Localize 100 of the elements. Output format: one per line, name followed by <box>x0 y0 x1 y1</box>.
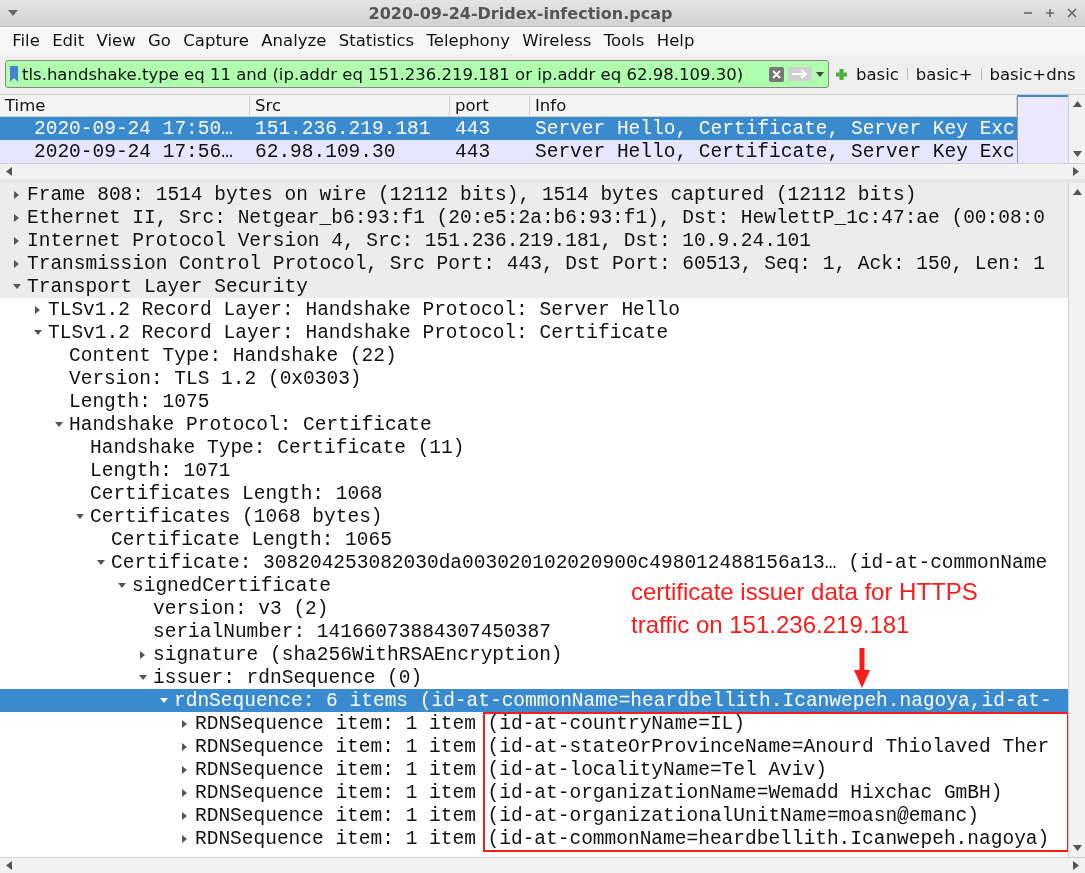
filter-button[interactable]: basic <box>854 64 901 84</box>
expand-icon[interactable] <box>182 834 187 843</box>
packet-row[interactable]: 2020-09-24 17:56… 62.98.109.30 443 Server Hello, Certificate, Server Key Exc <box>0 140 1017 163</box>
collapse-icon[interactable] <box>33 330 42 335</box>
menu-item[interactable]: Go <box>141 31 178 50</box>
field-text: RDNSequence item: 1 item (id-at-organizationalUnitName=moasn@emanc) <box>195 804 980 827</box>
scrollbar[interactable] <box>1068 95 1085 163</box>
close-icon[interactable] <box>1067 8 1077 18</box>
menu-item[interactable]: Capture <box>177 31 256 50</box>
expand-icon[interactable] <box>182 719 187 728</box>
field-text: TLSv1.2 Record Layer: Handshake Protocol: Server Hello <box>48 298 680 321</box>
field-text: rdnSequence: 6 items (id-at-commonName=heardbellith.Icanwepeh.nagoya,id-at- <box>174 689 1052 712</box>
field-text: Certificate: 308204253082030da003020102020900c498012488156a13… (id-at-commonName <box>111 551 1048 574</box>
column-header[interactable]: Time <box>0 96 250 115</box>
field-text: RDNSequence item: 1 item (id-at-commonName=heardbellith.Icanwepeh.nagoya) <box>195 827 1050 850</box>
maximize-icon[interactable] <box>1045 8 1055 18</box>
window-title: 2020-09-24-Dridex-infection.pcap <box>367 3 674 23</box>
scroll-right-icon[interactable] <box>1073 861 1079 870</box>
field-text: Frame 808: 1514 bytes on wire (12112 bits), 1514 bytes captured (12112 bits) <box>27 183 917 206</box>
scrollbar[interactable] <box>1068 183 1085 857</box>
field-text: signature (sha256WithRSAEncryption) <box>153 643 563 666</box>
scroll-up-icon[interactable] <box>1072 189 1082 195</box>
scroll-right-icon[interactable] <box>1073 167 1079 176</box>
window-menu-icon[interactable] <box>8 10 18 16</box>
tree-row[interactable]: Transport Layer Security <box>0 275 1068 298</box>
table-cell-text: 151.236.219.181 <box>254 117 432 140</box>
menu-item[interactable]: Analyze <box>255 31 333 50</box>
collapse-icon[interactable] <box>96 560 105 565</box>
arrow-icon <box>852 648 872 688</box>
field-text: Internet Protocol Version 4, Src: 151.236.219.181, Dst: 10.9.24.101 <box>27 229 812 252</box>
field-text: signedCertificate <box>132 574 331 597</box>
filter-button[interactable]: basic+ <box>913 64 975 84</box>
scroll-up-icon[interactable] <box>1072 101 1082 107</box>
collapse-icon[interactable] <box>12 284 21 289</box>
expand-icon[interactable] <box>182 811 187 820</box>
table-cell-text: 443 <box>454 140 492 163</box>
display-filter-field[interactable]: tls.handshake.type eq 11 and (ip.addr eq 151.236.219.181 or ip.addr eq 62.98.109.30) <box>5 60 829 88</box>
tree-row[interactable]: Frame 808: 1514 bytes on wire (12112 bits), 1514 bytes captured (12112 bits) <box>0 183 1068 206</box>
field-text: Handshake Protocol: Certificate <box>69 413 432 436</box>
collapse-icon[interactable] <box>75 514 84 519</box>
collapse-icon[interactable] <box>54 422 63 427</box>
field-text: RDNSequence item: 1 item (id-at-localityName=Tel Aviv) <box>195 758 827 781</box>
menu-item[interactable]: View <box>90 31 142 50</box>
table-cell-text: Server Hello, Certificate, Server Key Exc <box>534 117 1016 140</box>
field-text: Length: 1075 <box>69 390 210 413</box>
table-cell-text: Server Hello, Certificate, Server Key Exc <box>534 140 1016 163</box>
expand-icon[interactable] <box>14 259 19 268</box>
scroll-left-icon[interactable] <box>6 861 12 870</box>
column-header[interactable]: port <box>450 96 530 115</box>
packet-row[interactable]: 2020-09-24 17:50… 151.236.219.181 443 Server Hello, Certificate, Server Key Exc <box>0 117 1017 140</box>
field-text: version: v3 (2) <box>153 597 329 620</box>
field-text: Handshake Type: Certificate (11) <box>90 436 465 459</box>
scroll-left-icon[interactable] <box>6 167 12 176</box>
expand-icon[interactable] <box>14 190 19 199</box>
menu-item[interactable]: Help <box>650 31 701 50</box>
menu-item[interactable]: File <box>6 31 46 50</box>
table-cell-text: 443 <box>454 117 492 140</box>
menu-item[interactable]: Tools <box>597 31 651 50</box>
table-cell-text: 2020-09-24 17:50… <box>33 117 234 140</box>
menu-item[interactable]: Statistics <box>332 31 421 50</box>
expand-icon[interactable] <box>140 650 145 659</box>
field-text: RDNSequence item: 1 item (id-at-organizationName=Wemadd Hixchac GmBH) <box>195 781 1003 804</box>
table-cell-text: 2020-09-24 17:56… <box>33 140 234 163</box>
expand-icon[interactable] <box>35 305 40 314</box>
scrollbar[interactable] <box>0 163 1085 179</box>
menu-item[interactable]: Telephony <box>420 31 517 50</box>
expand-icon[interactable] <box>14 236 19 245</box>
field-text: Certificates (1068 bytes) <box>90 505 383 528</box>
collapse-icon[interactable] <box>159 698 168 703</box>
field-text: Content Type: Handshake (22) <box>69 344 397 367</box>
field-text: RDNSequence item: 1 item (id-at-countryName=IL) <box>195 712 745 735</box>
tree-row[interactable]: rdnSequence: 6 items (id-at-commonName=heardbellith.Icanwepeh.nagoya,id-at- <box>0 689 1068 712</box>
table-cell-text: 62.98.109.30 <box>254 140 397 163</box>
tree-row[interactable]: Internet Protocol Version 4, Src: 151.236.219.181, Dst: 10.9.24.101 <box>0 229 1068 252</box>
field-text: Transport Layer Security <box>27 275 308 298</box>
field-text: TLSv1.2 Record Layer: Handshake Protocol: Certificate <box>48 321 669 344</box>
expand-icon[interactable] <box>14 213 19 222</box>
scroll-down-icon[interactable] <box>1072 845 1082 851</box>
menu-item[interactable]: Edit <box>46 31 91 50</box>
expand-icon[interactable] <box>182 788 187 797</box>
caret-icon[interactable] <box>816 71 824 77</box>
collapse-icon[interactable] <box>138 675 147 680</box>
field-text: Version: TLS 1.2 (0x0303) <box>69 367 362 390</box>
field-text: Certificates Length: 1068 <box>90 482 383 505</box>
scrollbar[interactable] <box>0 857 1085 873</box>
scroll-down-icon[interactable] <box>1072 151 1082 157</box>
collapse-icon[interactable] <box>117 583 126 588</box>
menu-item[interactable]: Wireless <box>516 31 598 50</box>
bookmark-icon[interactable] <box>10 66 18 82</box>
annotation-text: certificate issuer data for HTTPS traffic on 151.236.219.181 <box>631 577 978 640</box>
field-text: RDNSequence item: 1 item (id-at-stateOrProvinceName=Anourd Thiolaved Ther <box>195 735 1050 758</box>
column-header[interactable]: Src <box>250 96 450 115</box>
field-text: Length: 1071 <box>90 459 231 482</box>
packet-minimap[interactable] <box>1017 95 1068 163</box>
clear-icon[interactable] <box>769 66 784 82</box>
field-text: issuer: rdnSequence (0) <box>153 666 423 689</box>
expand-icon[interactable] <box>182 765 187 774</box>
expand-icon[interactable] <box>182 742 187 751</box>
filter-button[interactable]: basic+dns <box>987 64 1078 84</box>
field-text: serialNumber: 14166073884307450387 <box>153 620 551 643</box>
